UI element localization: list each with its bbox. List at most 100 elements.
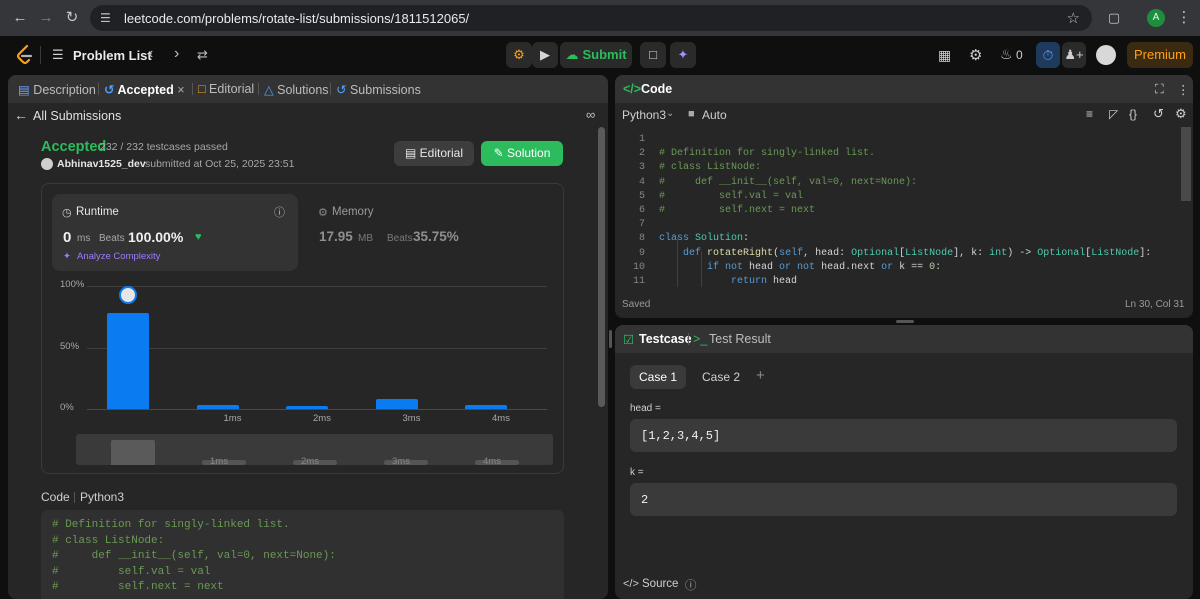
help-icon[interactable]: ⓘ — [685, 577, 697, 593]
profile-avatar[interactable]: A — [1147, 9, 1165, 27]
add-case-icon[interactable]: + — [756, 367, 765, 384]
analyze-complexity-link[interactable]: Analyze Complexity — [77, 251, 160, 262]
k-input[interactable]: 2 — [630, 483, 1177, 516]
left-tab-bar: ▤ Description ↺ Accepted × □ Editorial △… — [8, 75, 608, 103]
y-tick-label: 100% — [60, 279, 85, 290]
sparkle-icon: ✦ — [63, 251, 71, 262]
head-input[interactable]: [1,2,3,4,5] — [630, 419, 1177, 452]
line-number: 3 — [638, 162, 645, 174]
chevron-down-icon[interactable]: ⌄ — [666, 108, 674, 119]
timer-icon[interactable]: ⏱ — [1036, 42, 1060, 68]
submitted-time: submitted at Oct 25, 2025 23:51 — [145, 158, 295, 170]
checkbox-icon: ☑ — [623, 333, 635, 347]
brush-mini-bar — [111, 440, 155, 465]
horizontal-resize-handle[interactable] — [896, 320, 914, 323]
runtime-clock-icon: ◷ — [62, 207, 72, 219]
chart-bar[interactable] — [465, 405, 507, 409]
link-icon[interactable]: ∞ — [586, 107, 595, 122]
editorial-button[interactable]: ▤ Editorial — [394, 141, 474, 166]
memory-beats-label: Beats — [387, 233, 413, 244]
tab-solutions[interactable]: △ Solutions — [264, 82, 329, 97]
maximize-icon[interactable]: ⛶ — [1155, 82, 1164, 97]
case-1-tab[interactable]: Case 1 — [630, 365, 686, 389]
problem-list-link[interactable]: Problem List — [73, 48, 152, 63]
memory-beats: 35.75% — [413, 229, 459, 244]
extensions-icon[interactable]: ▢ — [1104, 8, 1124, 28]
chart-bar[interactable] — [375, 399, 418, 409]
ai-sparkle-button[interactable]: ✦ — [670, 42, 696, 68]
tab-description[interactable]: ▤ Description — [18, 82, 96, 97]
back-arrow-icon[interactable]: ← — [10, 8, 30, 28]
user-avatar[interactable] — [1096, 45, 1116, 65]
format-icon[interactable]: ≡ — [1086, 107, 1093, 121]
gridline — [87, 347, 547, 349]
line-number: 7 — [638, 219, 645, 231]
vertical-resize-handle[interactable] — [609, 330, 612, 348]
settings-gear-icon[interactable]: ⚙ — [969, 46, 982, 64]
solution-button[interactable]: ✎ Solution — [481, 141, 563, 166]
info-icon[interactable]: ⓘ — [274, 204, 285, 220]
leetcode-logo-icon[interactable] — [16, 45, 34, 65]
tab-accepted[interactable]: ↺ Accepted × — [104, 82, 185, 97]
prev-problem-icon[interactable]: ‹ — [148, 45, 153, 63]
site-settings-icon[interactable]: ☰ — [100, 10, 116, 26]
left-panel-scrollbar[interactable] — [598, 127, 605, 407]
editor-tab-bar: </> Code ⛶ ⋮ — [615, 75, 1193, 103]
browser-toolbar: ← → ↻ ☰ leetcode.com/problems/rotate-lis… — [0, 0, 1200, 36]
close-tab-icon[interactable]: × — [177, 83, 184, 97]
run-button[interactable]: ▶ — [532, 42, 558, 68]
k-label: k = — [630, 467, 644, 478]
debug-button[interactable]: ⚙ — [506, 42, 532, 68]
tab-accepted-label: Accepted — [117, 83, 174, 97]
all-submissions-link[interactable]: All Submissions — [33, 109, 121, 123]
back-arrow-icon[interactable]: ← — [14, 107, 28, 123]
chart-bar[interactable] — [286, 405, 328, 409]
next-problem-icon[interactable]: › — [174, 45, 179, 63]
tab-testcase[interactable]: Testcase — [639, 332, 692, 346]
line-number: 2 — [638, 148, 645, 160]
language-select[interactable]: Python3 — [622, 108, 666, 122]
beats-badge-icon: ♥ — [195, 231, 202, 243]
source-link[interactable]: Source — [642, 578, 678, 590]
submit-button[interactable]: ☁ Submit — [560, 42, 632, 68]
settings-icon[interactable]: ⚙ — [1175, 106, 1187, 122]
bookmark-icon[interactable]: ◸ — [1109, 107, 1118, 121]
tab-description-label: Description — [33, 83, 96, 97]
tab-test-result[interactable]: Test Result — [709, 332, 771, 346]
notes-button[interactable]: □ — [640, 42, 666, 68]
tab-editorial[interactable]: □ Editorial — [198, 82, 254, 96]
chart-bar[interactable] — [107, 313, 149, 409]
code-line: # Definition for singly-linked list. — [52, 519, 290, 531]
code-section-label: Code — [41, 490, 70, 504]
premium-button[interactable]: Premium — [1127, 42, 1193, 68]
address-bar[interactable]: ☰ leetcode.com/problems/rotate-list/subm… — [90, 5, 1092, 31]
tab-solutions-label: Solutions — [277, 83, 329, 97]
editor-menu-icon[interactable]: ⋮ — [1177, 82, 1190, 97]
line-number: 11 — [632, 276, 645, 288]
editor-title[interactable]: Code — [641, 82, 672, 96]
editor-code[interactable]: # Definition for singly-linked list. # c… — [659, 133, 1151, 303]
memory-box[interactable]: ⚙ Memory 17.95 MB Beats 35.75% — [308, 194, 548, 271]
tab-submissions[interactable]: ↺ Submissions — [336, 82, 421, 97]
line-number: 1 — [638, 134, 645, 145]
cursor-position: Ln 30, Col 31 — [1125, 299, 1185, 310]
layout-grid-icon[interactable]: ▦ — [938, 47, 951, 64]
streak-fire-icon[interactable]: ♨ — [1000, 46, 1013, 63]
autocomplete-mode[interactable]: Auto — [702, 108, 727, 122]
runtime-box[interactable]: ◷ Runtime ⓘ 0 ms Beats 100.00% ♥ ✦ Analy… — [52, 194, 298, 271]
line-number: 4 — [638, 176, 645, 188]
forward-arrow-icon[interactable]: → — [36, 8, 56, 28]
reset-icon[interactable]: ↺ — [1153, 106, 1164, 122]
case-2-tab[interactable]: Case 2 — [693, 365, 749, 389]
code-line: # self.val = val — [52, 565, 211, 578]
shuffle-icon[interactable]: ⇄ — [197, 47, 208, 63]
reload-icon[interactable]: ↻ — [62, 8, 82, 28]
bookmark-star-icon[interactable]: ☆ — [1067, 9, 1080, 27]
braces-icon[interactable]: {} — [1129, 107, 1137, 121]
browser-menu-icon[interactable]: ⋮ — [1174, 8, 1194, 28]
add-user-icon[interactable]: ♟+ — [1062, 42, 1086, 68]
runtime-distribution-chart[interactable]: 100% 50% 0% 1ms 2ms 3ms 4ms 1ms 2ms 3ms 4ms — [42, 276, 565, 474]
submitter-name[interactable]: Abhinav1525_dev — [57, 158, 146, 170]
editor-scrollbar[interactable] — [1181, 127, 1191, 201]
chart-bar[interactable] — [196, 405, 239, 409]
